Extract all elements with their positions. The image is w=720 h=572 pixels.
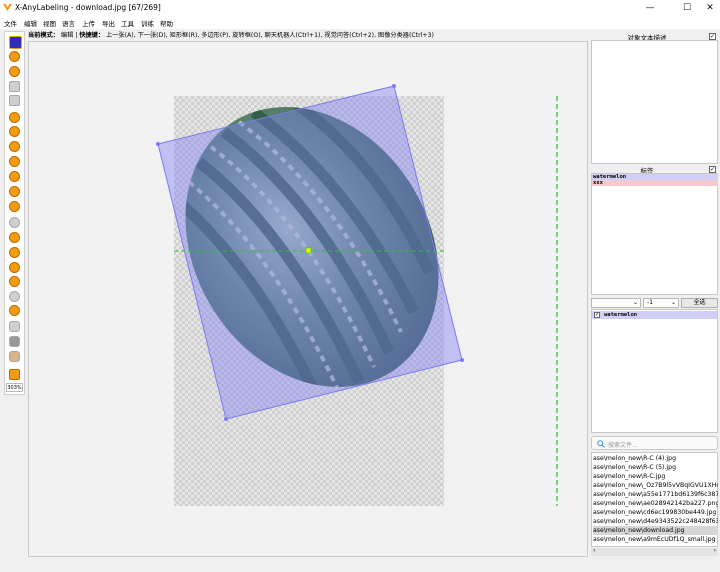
- title-bar: X-AnyLabeling - download.jpg [67/269] — …: [0, 0, 720, 16]
- visibility-icon[interactable]: [9, 305, 20, 316]
- scroll-right-icon[interactable]: ›: [714, 547, 716, 554]
- minimize-button[interactable]: —: [637, 0, 663, 16]
- app-logo-icon: [3, 3, 12, 12]
- menu-tools[interactable]: 工具: [121, 18, 134, 28]
- menu-edit[interactable]: 编辑: [24, 18, 37, 28]
- shortcut-label: 快捷键：: [79, 32, 105, 39]
- open-dir-icon[interactable]: [9, 36, 22, 49]
- group-id-value: -1: [647, 299, 653, 306]
- left-toolbar: 303%: [4, 31, 25, 395]
- rectangle-tool-icon[interactable]: [9, 126, 20, 137]
- paste-icon[interactable]: [9, 276, 20, 287]
- mode-bar: 当前模式： 编辑 | 快捷键： 上一张(A), 下一张(D), 矩形框(R), …: [28, 32, 434, 39]
- chevron-down-icon: ⌄: [670, 299, 676, 306]
- menu-help[interactable]: 帮助: [160, 18, 173, 28]
- menu-export[interactable]: 导出: [102, 18, 115, 28]
- menu-view[interactable]: 视图: [43, 18, 56, 28]
- mode-value: 编辑: [60, 32, 74, 39]
- group-id-dropdown[interactable]: -1 ⌄: [643, 298, 679, 308]
- menu-upload[interactable]: 上传: [82, 18, 95, 28]
- file-list-horizontal-scrollbar[interactable]: ‹ ›: [591, 547, 718, 556]
- menu-train[interactable]: 训练: [141, 18, 154, 28]
- vqa-icon[interactable]: [9, 351, 20, 362]
- brush-tool-icon[interactable]: [9, 217, 20, 228]
- close-button[interactable]: ✕: [697, 0, 720, 16]
- label-filter-dropdown[interactable]: ⌄: [591, 298, 641, 308]
- menu-file[interactable]: 文件: [4, 18, 17, 28]
- file-list-item[interactable]: ase\melon_new\R-C (4).jpg: [593, 454, 718, 463]
- shape-vertex[interactable]: [392, 84, 396, 88]
- labels-panel-toggle[interactable]: ✓: [709, 166, 716, 173]
- rotation-tool-icon[interactable]: [9, 141, 20, 152]
- line-tool-icon[interactable]: [9, 171, 20, 182]
- shape-vertex[interactable]: [460, 358, 464, 362]
- shape-visibility-checkbox[interactable]: ✓: [594, 312, 600, 318]
- window-title: X-AnyLabeling - download.jpg [67/269]: [15, 3, 161, 12]
- file-search-input[interactable]: 搜索文件...: [591, 436, 718, 450]
- shape-center-marker: [305, 247, 312, 254]
- auto-labeling-icon[interactable]: [9, 321, 20, 332]
- search-placeholder: 搜索文件...: [608, 442, 638, 449]
- save-icon[interactable]: [9, 81, 20, 92]
- shape-vertex[interactable]: [156, 142, 160, 146]
- image-canvas[interactable]: [28, 41, 588, 557]
- undo-icon[interactable]: [9, 247, 20, 258]
- file-list-item[interactable]: ase\melon_new\_Oz7B9l5vVBqIGVU1XHc: [593, 481, 718, 490]
- shape-vertex[interactable]: [224, 417, 228, 421]
- polygon-tool-icon[interactable]: [9, 112, 20, 123]
- shape-list: ✓ watermelon: [591, 309, 718, 433]
- copy-icon[interactable]: [9, 262, 20, 273]
- prev-image-icon[interactable]: [9, 66, 20, 77]
- mode-label: 当前模式：: [28, 32, 59, 39]
- canvas-drawing[interactable]: [29, 42, 587, 556]
- label-list: watermelon xxx: [591, 173, 718, 295]
- file-list-item[interactable]: ase\melon_new\R-C (5).jpg: [593, 463, 718, 472]
- file-list-item[interactable]: ase\melon_new\a9mEcUDf1Q_small.jpg: [593, 535, 718, 544]
- ai-chat-icon[interactable]: [9, 336, 20, 347]
- file-list-item[interactable]: ase\melon_new\ae028942142ba227.png: [593, 499, 718, 508]
- menu-bar: 文件 编辑 视图 语言 上传 导出 工具 训练 帮助: [0, 16, 720, 29]
- hide-shapes-icon[interactable]: [9, 291, 20, 302]
- description-panel-toggle[interactable]: ✓: [709, 33, 716, 40]
- shape-list-label: watermelon: [604, 312, 638, 318]
- file-list: ase\melon_new\R-C (4).jpg ase\melon_new\…: [591, 452, 718, 547]
- search-icon: [597, 440, 605, 448]
- next-image-icon[interactable]: [9, 51, 20, 62]
- fit-window-icon[interactable]: [9, 369, 20, 380]
- circle-tool-icon[interactable]: [9, 156, 20, 167]
- shortcut-list: 上一张(A), 下一张(D), 矩形框(R), 多边形(P), 旋转框(O), …: [106, 32, 434, 39]
- label-item[interactable]: xxx: [592, 180, 718, 186]
- scroll-left-icon[interactable]: ‹: [593, 547, 595, 554]
- zoom-level[interactable]: 303%: [6, 383, 23, 392]
- description-textbox[interactable]: [591, 40, 718, 164]
- file-list-item[interactable]: ase\melon_new\d4e9343522c248428f63c: [593, 517, 718, 526]
- select-all-button[interactable]: 全选: [681, 298, 718, 308]
- menu-language[interactable]: 语言: [62, 18, 75, 28]
- file-list-item[interactable]: ase\melon_new\R-C.jpg: [593, 472, 718, 481]
- point-tool-icon[interactable]: [9, 186, 20, 197]
- delete-shape-icon[interactable]: [9, 232, 20, 243]
- file-list-item-selected[interactable]: ase\melon_new\download.jpg: [593, 526, 718, 535]
- chevron-down-icon: ⌄: [632, 299, 638, 306]
- shape-list-item[interactable]: ✓ watermelon: [592, 311, 717, 319]
- file-list-item[interactable]: ase\melon_new\a55e1771bd6139f6c387c: [593, 490, 718, 499]
- file-list-item[interactable]: ase\melon_new\cd6ec199830be449.jpg: [593, 508, 718, 517]
- linestrip-tool-icon[interactable]: [9, 201, 20, 212]
- delete-file-icon[interactable]: [9, 95, 20, 106]
